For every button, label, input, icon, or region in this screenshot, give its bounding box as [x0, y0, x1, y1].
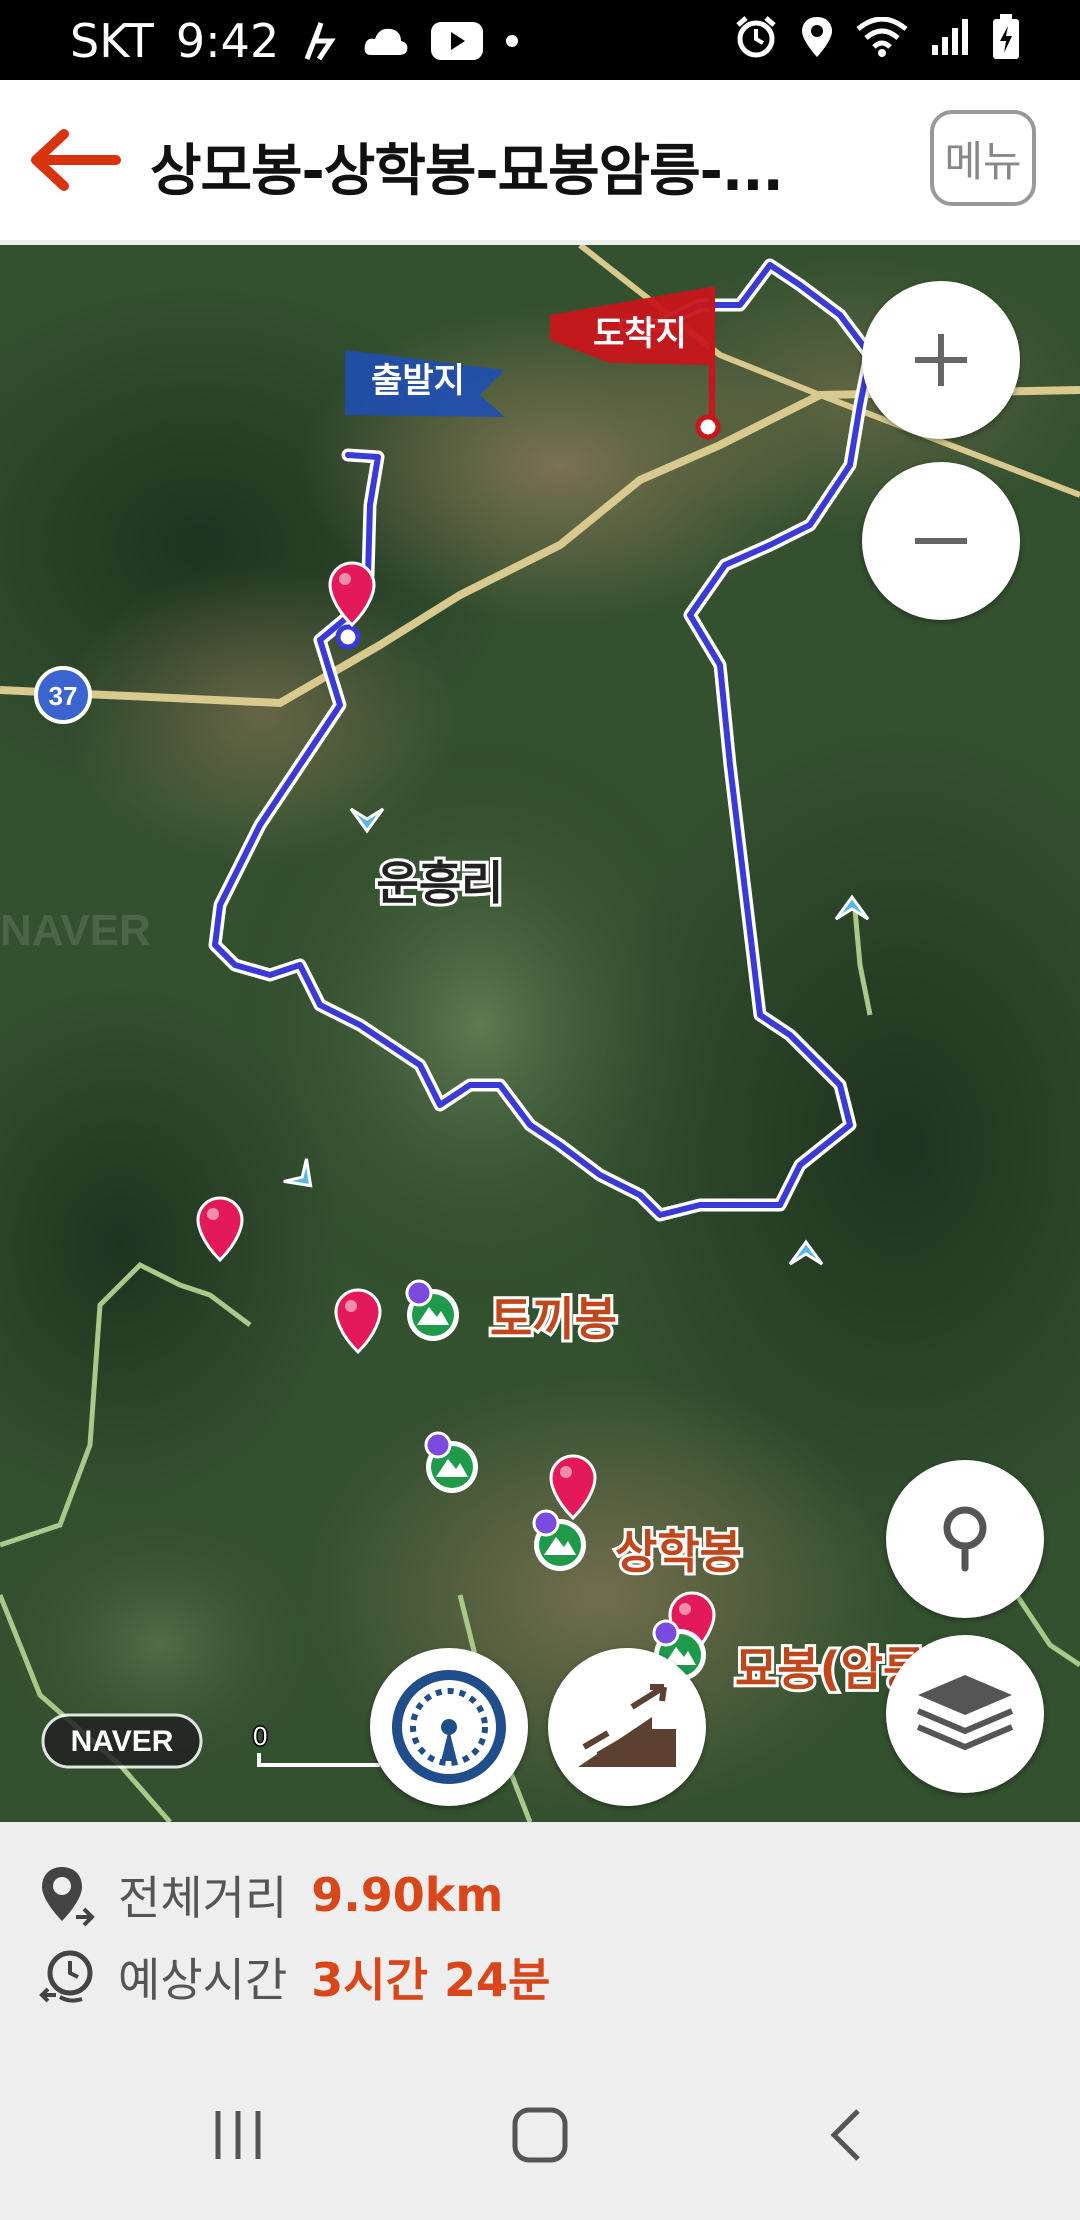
zoom-in-button[interactable]	[862, 281, 1020, 439]
location-icon	[802, 17, 832, 57]
distance-row: 전체거리 9.90km	[36, 1862, 503, 1928]
back-chevron-icon	[830, 2109, 860, 2161]
time-label: 예상시간	[118, 1953, 288, 2007]
home-icon	[512, 2107, 568, 2163]
minus-icon	[915, 538, 967, 544]
system-nav-bar	[0, 2052, 1080, 2220]
start-flag-label: 출발지	[371, 361, 465, 401]
clock: 9:42	[175, 14, 280, 68]
back-nav-button[interactable]	[795, 2090, 895, 2180]
distance-pin-icon	[42, 1867, 95, 1927]
time-value: 3시간 24분	[311, 1953, 551, 2007]
distance-label: 전체거리	[118, 1871, 288, 1925]
home-button[interactable]	[490, 2090, 590, 2180]
menu-button[interactable]: 메뉴	[930, 110, 1036, 206]
route-badge-label: 37	[49, 681, 78, 711]
zoom-out-button[interactable]	[862, 462, 1020, 620]
time-row: 예상시간 3시간 24분	[36, 1944, 550, 2010]
recent-apps-icon	[215, 2111, 261, 2159]
end-point-marker	[695, 414, 721, 440]
cloud-icon	[364, 28, 408, 55]
start-point-marker	[335, 624, 361, 650]
village-label: 운흥리	[377, 856, 504, 910]
plus-icon	[915, 334, 967, 386]
layers-button[interactable]	[886, 1635, 1044, 1793]
peak-label: 상학봉	[615, 1525, 742, 1579]
no-data-icon	[304, 22, 336, 61]
app-bar: 상모봉-상학봉-묘봉암릉-... 메뉴	[0, 80, 1080, 240]
elevation-icon	[578, 1684, 676, 1767]
back-arrow-icon	[31, 129, 121, 191]
recent-apps-button[interactable]	[188, 2090, 288, 2180]
back-button[interactable]	[24, 120, 124, 200]
alarm-icon	[736, 16, 776, 58]
wifi-icon	[856, 17, 908, 57]
battery-icon	[993, 14, 1019, 59]
peak-label: 토끼봉	[490, 1292, 617, 1346]
provider-logo-text: NAVER	[71, 1725, 174, 1758]
status-bar: SKT 9:42	[0, 0, 1080, 80]
elevation-profile-button[interactable]	[548, 1648, 706, 1806]
distance-value: 9.90km	[311, 1868, 504, 1922]
map-watermark: NAVER	[0, 906, 151, 955]
speedometer-button[interactable]	[370, 1648, 528, 1806]
route-info-panel: 전체거리 9.90km 예상시간 3시간 24분	[0, 1822, 1080, 2052]
map-view[interactable]: 37 출발지 도착지 운흥리 NAVER 토끼봉 상학봉 묘봉(암릉 0 NAV…	[0, 245, 1080, 1822]
carrier-label: SKT	[70, 14, 154, 68]
dot-icon	[506, 35, 519, 47]
clock-icon	[39, 1950, 93, 2003]
my-location-button[interactable]	[886, 1460, 1044, 1618]
speedometer-icon	[392, 1670, 506, 1784]
youtube-icon	[431, 22, 484, 60]
page-title: 상모봉-상학봉-묘봉암릉-...	[150, 139, 784, 204]
signal-icon	[932, 19, 968, 55]
location-pin-icon	[943, 1506, 987, 1572]
layers-icon	[916, 1675, 1014, 1751]
end-flag-label: 도착지	[593, 314, 687, 354]
scale-label: 0	[253, 1721, 267, 1751]
